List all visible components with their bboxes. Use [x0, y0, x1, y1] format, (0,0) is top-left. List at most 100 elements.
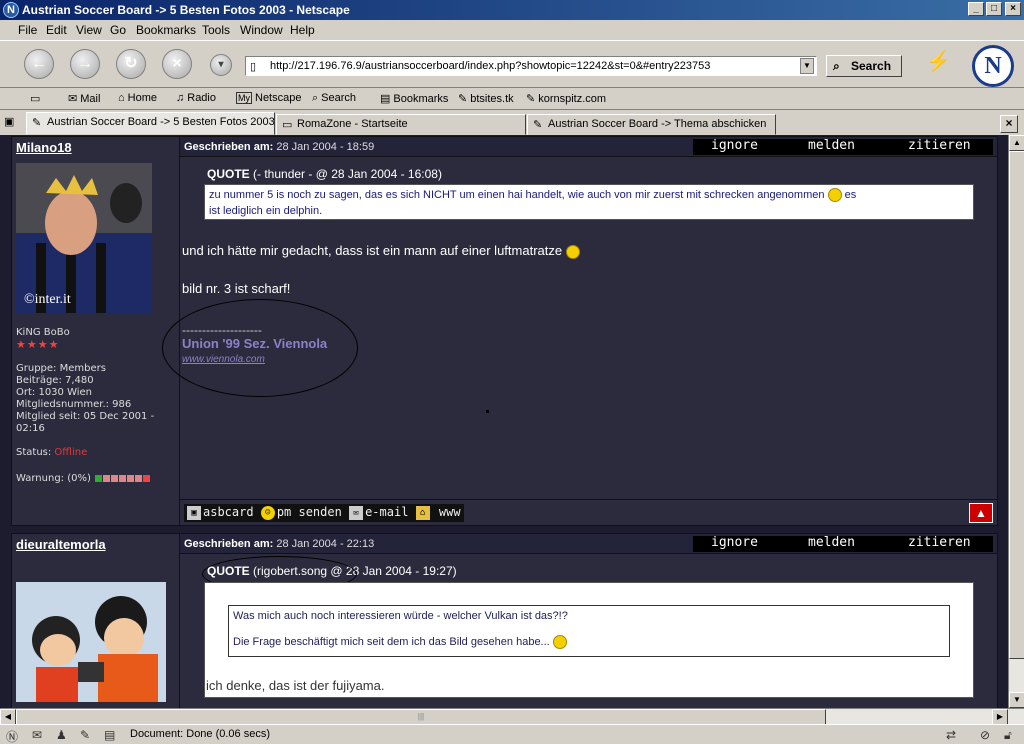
maximize-button[interactable]: □ [986, 2, 1002, 16]
tabs-icon[interactable]: ▭ [30, 92, 40, 105]
security-lock-icon[interactable]: 🔓︎ [1004, 728, 1012, 743]
asbcard-link[interactable]: asbcard [203, 505, 254, 519]
home-label: Home [127, 92, 157, 104]
page-content: Milano18 ©inter.it KiNG BoBo ★★★★ Gruppe… [0, 135, 1008, 708]
bookmark-icon: ✎ [458, 93, 468, 105]
netscape-link[interactable]: My Netscape [236, 92, 301, 104]
new-tab-icon[interactable]: ▣ [4, 115, 14, 128]
tab-romazone[interactable]: ▭ RomaZone - Startseite [276, 114, 526, 135]
tab-label: RomaZone - Startseite [297, 118, 408, 130]
warning-label: Warnung: (0%) [16, 473, 91, 484]
quote-header: QUOTE (- thunder - @ 28 Jan 2004 - 16:08… [207, 167, 442, 181]
user-warning: Warnung: (0%) [16, 473, 151, 485]
composer-icon[interactable]: ✎ [80, 728, 90, 742]
www-link[interactable]: www [439, 505, 461, 519]
menu-view[interactable]: View [76, 23, 102, 37]
mail-status-icon[interactable]: ✉ [32, 728, 42, 742]
address-book-icon[interactable]: ▤ [104, 728, 115, 742]
connection-status-icon: ⚡ [926, 51, 951, 73]
stop-button[interactable]: × [162, 49, 192, 79]
back-to-top-button[interactable]: ▲ [969, 503, 993, 523]
kornspitz-link[interactable]: ✎ kornspitz.com [526, 92, 606, 105]
netscape-status-icon[interactable]: Ⓝ [6, 728, 18, 744]
radio-link[interactable]: ♫ Radio [176, 92, 216, 104]
menu-tools[interactable]: Tools [202, 23, 230, 37]
tab-thema-abschicken[interactable]: ✎ Austrian Soccer Board -> Thema abschic… [527, 114, 776, 135]
report-button[interactable]: melden [808, 138, 855, 153]
scroll-right-button[interactable]: ▶ [992, 709, 1008, 725]
menu-bookmarks[interactable]: Bookmarks [136, 23, 196, 37]
tab-label: Austrian Soccer Board -> 5 Besten Fotos … [47, 116, 275, 128]
forum-post: Milano18 ©inter.it KiNG BoBo ★★★★ Gruppe… [11, 136, 998, 526]
pm-link[interactable]: pm senden [277, 505, 342, 519]
url-field[interactable]: ▯ http://217.196.76.9/austriansoccerboar… [245, 56, 817, 76]
radio-icon: ♫ [176, 92, 185, 104]
online-status-icon[interactable]: ⇄ [946, 728, 956, 742]
asbcard-icon: ▣ [187, 505, 201, 520]
tab-label: Austrian Soccer Board -> Thema abschicke… [548, 118, 767, 130]
search-link[interactable]: ⌕ Search [312, 92, 356, 105]
history-dropdown-button[interactable]: ▾ [210, 54, 232, 76]
bookmarks-label: Bookmarks [393, 93, 449, 105]
forward-button[interactable]: → [70, 49, 100, 79]
user-member-since: Mitglied seit: 05 Dec 2001 - [16, 411, 155, 422]
back-button[interactable]: ← [24, 49, 54, 79]
vertical-scrollbar[interactable]: ▲ ▼ [1008, 135, 1024, 708]
search-button[interactable]: ⌕ Search [826, 55, 902, 77]
minimize-button[interactable]: _ [968, 2, 984, 16]
tab-page-icon: ✎ [32, 117, 42, 129]
post-body-line: bild nr. 3 ist scharf! [182, 281, 291, 296]
menu-go[interactable]: Go [110, 23, 126, 37]
quote-button[interactable]: zitieren [908, 138, 971, 153]
tab-5-besten-fotos[interactable]: ✎ Austrian Soccer Board -> 5 Besten Foto… [26, 112, 275, 135]
netscape-app-icon: N [3, 2, 19, 18]
mail-link[interactable]: ✉ Mail [68, 92, 100, 105]
post-date: Geschrieben am: 28 Jan 2004 - 18:59 [184, 141, 374, 153]
close-button[interactable]: × [1005, 2, 1021, 16]
netscape-logo[interactable]: N [972, 45, 1014, 87]
post-body-text: und ich hätte mir gedacht, dass ist ein … [182, 243, 563, 258]
horizontal-scrollbar[interactable]: ◀ ||| ▶ [0, 708, 1024, 725]
status-badge: Offline [54, 447, 88, 458]
search-icon: ⌕ [833, 59, 840, 73]
warning-bar-icon[interactable] [95, 474, 103, 482]
post-author-panel: dieuraltemorla [12, 534, 180, 708]
nested-quote-text: Die Frage beschäftigt mich seit dem ich … [233, 636, 550, 648]
report-button[interactable]: melden [808, 535, 855, 550]
avatar: ©inter.it [16, 163, 152, 313]
home-icon: ⌂ [118, 92, 125, 104]
reload-button[interactable]: ↻ [116, 49, 146, 79]
horizontal-scroll-thumb[interactable]: ||| [16, 709, 826, 725]
scroll-left-button[interactable]: ◀ [0, 709, 16, 725]
quote-text-line2: ist lediglich ein delphin. [209, 205, 323, 217]
url-dropdown-icon[interactable]: ▼ [800, 58, 814, 74]
status-label: Status: [16, 447, 52, 458]
post-date: Geschrieben am: 28 Jan 2004 - 22:13 [184, 538, 374, 550]
bookmarks-link[interactable]: ▤ Bookmarks [380, 92, 448, 105]
btsites-link[interactable]: ✎ btsites.tk [458, 92, 514, 105]
warning-add-icon[interactable] [143, 474, 151, 482]
home-link[interactable]: ⌂ Home [118, 92, 157, 104]
scroll-up-button[interactable]: ▲ [1009, 135, 1024, 151]
post-action-bar: ignore melden zitieren [693, 138, 993, 155]
kornspitz-label: kornspitz.com [538, 93, 607, 105]
quote-box: zu nummer 5 is noch zu sagen, das es sic… [204, 184, 974, 220]
post-username[interactable]: dieuraltemorla [16, 537, 106, 552]
user-member-number: Mitgliedsnummer.: 986 [16, 399, 132, 410]
ignore-button[interactable]: ignore [711, 138, 758, 153]
vertical-scroll-thumb[interactable] [1009, 151, 1024, 659]
ignore-button[interactable]: ignore [711, 535, 758, 550]
avatar-caption: ©inter.it [24, 292, 71, 307]
popup-blocked-icon[interactable]: ⊘ [980, 728, 990, 742]
menu-edit[interactable]: Edit [46, 23, 67, 37]
close-tab-button[interactable]: × [1000, 115, 1018, 133]
scroll-down-button[interactable]: ▼ [1009, 692, 1024, 708]
rank-stars: ★★★★ [16, 338, 60, 351]
menu-window[interactable]: Window [240, 23, 283, 37]
post-username[interactable]: Milano18 [16, 140, 72, 155]
menu-help[interactable]: Help [290, 23, 315, 37]
quote-button[interactable]: zitieren [908, 535, 971, 550]
instant-messenger-icon[interactable]: ♟ [56, 728, 67, 742]
menu-file[interactable]: File [18, 23, 37, 37]
email-link[interactable]: e-mail [365, 505, 408, 519]
